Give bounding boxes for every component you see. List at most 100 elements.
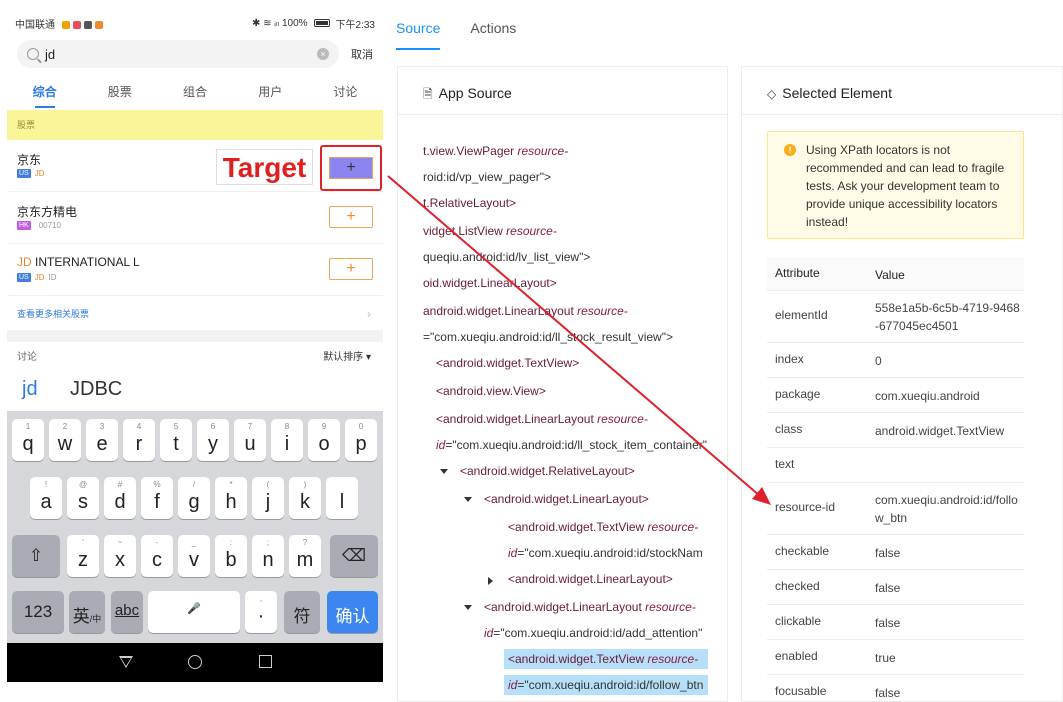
tab-source[interactable]: Source xyxy=(396,20,441,50)
follow-button[interactable]: + xyxy=(329,258,373,280)
tab-users[interactable]: 用户 xyxy=(233,74,308,110)
caret-down-icon[interactable] xyxy=(464,497,472,502)
tree-node[interactable]: oid.widget.LinearLayout> xyxy=(423,273,557,293)
key-r[interactable]: 4r xyxy=(123,419,155,461)
key-label: i xyxy=(284,433,290,455)
key-w[interactable]: 2w xyxy=(49,419,81,461)
home-icon[interactable] xyxy=(188,655,202,669)
key-z[interactable]: ' z xyxy=(67,535,99,577)
key-k[interactable]: ) k xyxy=(289,477,321,519)
caret-down-icon[interactable] xyxy=(440,469,448,474)
stock-row[interactable]: JD INTERNATIONAL L US JD ID + xyxy=(7,244,383,296)
key-h[interactable]: * h xyxy=(215,477,247,519)
tree-node[interactable]: android.widget.LinearLayout resource- xyxy=(423,301,628,321)
punctuation-key[interactable]: , · xyxy=(245,591,277,633)
number-key[interactable]: 123 xyxy=(12,591,64,633)
tree-node[interactable]: id="com.xueqiu.android:id/follow_btn xyxy=(504,675,708,695)
key-x[interactable]: ~ x xyxy=(104,535,136,577)
key-u[interactable]: 7u xyxy=(234,419,266,461)
tree-node[interactable]: vidget.ListView resource- xyxy=(423,221,557,241)
tab-all[interactable]: 综合 xyxy=(7,74,82,110)
clear-icon[interactable]: × xyxy=(317,48,329,60)
suggestion-item[interactable]: jd xyxy=(22,378,38,401)
follow-button[interactable]: + xyxy=(329,206,373,228)
tree-node[interactable]: roid:id/vp_view_pager"> xyxy=(423,167,551,187)
key-e[interactable]: 3e xyxy=(86,419,118,461)
tree-node[interactable]: <android.widget.LinearLayout resource- xyxy=(436,409,648,429)
tree-node-tag: <android.widget.TextView> xyxy=(436,356,580,370)
tree-node[interactable]: id="com.xueqiu.android:id/stockNam xyxy=(508,543,703,563)
tree-node[interactable]: t.view.ViewPager resource- xyxy=(423,141,568,161)
tree-node[interactable]: queqiu.android:id/lv_list_view"> xyxy=(423,247,590,267)
key-a[interactable]: ! a xyxy=(30,477,62,519)
confirm-key[interactable]: 确认 xyxy=(327,591,378,633)
discussion-header: 讨论 默认排序 ▾ xyxy=(7,342,383,366)
tree-node[interactable]: <android.widget.TextView resource- xyxy=(504,649,708,669)
key-i[interactable]: 8i xyxy=(271,419,303,461)
recent-apps-icon[interactable] xyxy=(259,655,272,668)
tree-node[interactable]: id="com.xueqiu.android:id/ll_stock_item_… xyxy=(436,435,707,455)
key-g[interactable]: / g xyxy=(178,477,210,519)
key-o[interactable]: 9o xyxy=(308,419,340,461)
key-m[interactable]: ? m xyxy=(289,535,321,577)
key-j[interactable]: (j xyxy=(252,477,284,519)
key-q[interactable]: 1q xyxy=(12,419,44,461)
language-key-sub: /中 xyxy=(89,614,102,624)
value-column-header: Value xyxy=(875,268,905,282)
tree-node[interactable]: <android.widget.RelativeLayout> xyxy=(460,461,635,481)
key-y[interactable]: 6y xyxy=(197,419,229,461)
tree-node[interactable]: id="com.xueqiu.android:id/add_attention" xyxy=(484,623,702,643)
signal-icons: ✱ ≋ ᵢₗₗ 100% xyxy=(251,17,308,29)
sort-dropdown[interactable]: 默认排序 ▾ xyxy=(323,348,371,363)
tree-node[interactable]: ="com.xueqiu.android:id/ll_stock_result_… xyxy=(423,327,673,347)
attribute-row: index 0 xyxy=(767,343,1024,378)
key-label: z xyxy=(78,549,88,571)
shift-key[interactable]: ⇧ xyxy=(12,535,60,577)
abc-key[interactable]: abc xyxy=(111,591,143,633)
tree-node[interactable]: t.RelativeLayout> xyxy=(423,193,516,213)
tab-discussions[interactable]: 讨论 xyxy=(308,74,383,110)
language-key[interactable]: 英/中 xyxy=(69,591,105,633)
stock-code-highlight: JD xyxy=(34,169,45,178)
tree-node[interactable]: <android.view.View> xyxy=(436,381,546,401)
attribute-table-header: Attribute Value xyxy=(767,257,1024,291)
key-b[interactable]: :b xyxy=(215,535,247,577)
key-s[interactable]: @ s xyxy=(67,477,99,519)
space-key[interactable]: 🎤 xyxy=(148,591,240,633)
key-c[interactable]: -c xyxy=(141,535,173,577)
back-icon[interactable] xyxy=(119,656,133,668)
key-l[interactable]: l xyxy=(326,477,358,519)
tab-stocks[interactable]: 股票 xyxy=(82,74,157,110)
search-input[interactable]: jd × xyxy=(17,40,339,68)
key-sub-label: ( xyxy=(266,480,270,489)
key-v[interactable]: _ v xyxy=(178,535,210,577)
key-p[interactable]: 0p xyxy=(345,419,377,461)
tree-node[interactable]: <android.widget.LinearLayout> xyxy=(484,489,649,509)
backspace-key[interactable]: ⌫ xyxy=(330,535,378,577)
key-d[interactable]: # d xyxy=(104,477,136,519)
app-icon xyxy=(72,20,81,29)
carrier-label: 中国联通 xyxy=(15,19,55,31)
key-sub-label: 3 xyxy=(99,422,105,431)
tab-portfolios[interactable]: 组合 xyxy=(157,74,232,110)
key-n[interactable]: ; n xyxy=(252,535,284,577)
caret-down-icon[interactable] xyxy=(464,605,472,610)
caret-right-icon[interactable] xyxy=(488,577,493,585)
symbol-key[interactable]: 符 xyxy=(284,591,320,633)
tab-actions[interactable]: Actions xyxy=(470,20,516,50)
more-stocks-link[interactable]: 查看更多相关股票 › xyxy=(7,298,383,330)
search-query[interactable]: jd xyxy=(45,47,311,62)
inspector-tabs: Source Actions xyxy=(396,20,516,50)
cancel-button[interactable]: 取消 xyxy=(351,46,373,62)
attribute-value: false xyxy=(875,685,901,700)
tree-node[interactable]: <android.widget.LinearLayout> xyxy=(508,569,673,589)
attribute-row: clickable false xyxy=(767,605,1024,640)
tree-node-tag: t.RelativeLayout> xyxy=(423,196,517,210)
tree-node[interactable]: <android.widget.TextView> xyxy=(436,353,579,373)
tree-node[interactable]: <android.widget.LinearLayout resource- xyxy=(484,597,696,617)
stock-row[interactable]: 京东方精电 HK 00710 + xyxy=(7,192,383,244)
key-f[interactable]: % f xyxy=(141,477,173,519)
key-t[interactable]: 5t xyxy=(160,419,192,461)
suggestion-item[interactable]: JDBC xyxy=(70,378,122,401)
tree-node[interactable]: <android.widget.TextView resource- xyxy=(508,517,698,537)
